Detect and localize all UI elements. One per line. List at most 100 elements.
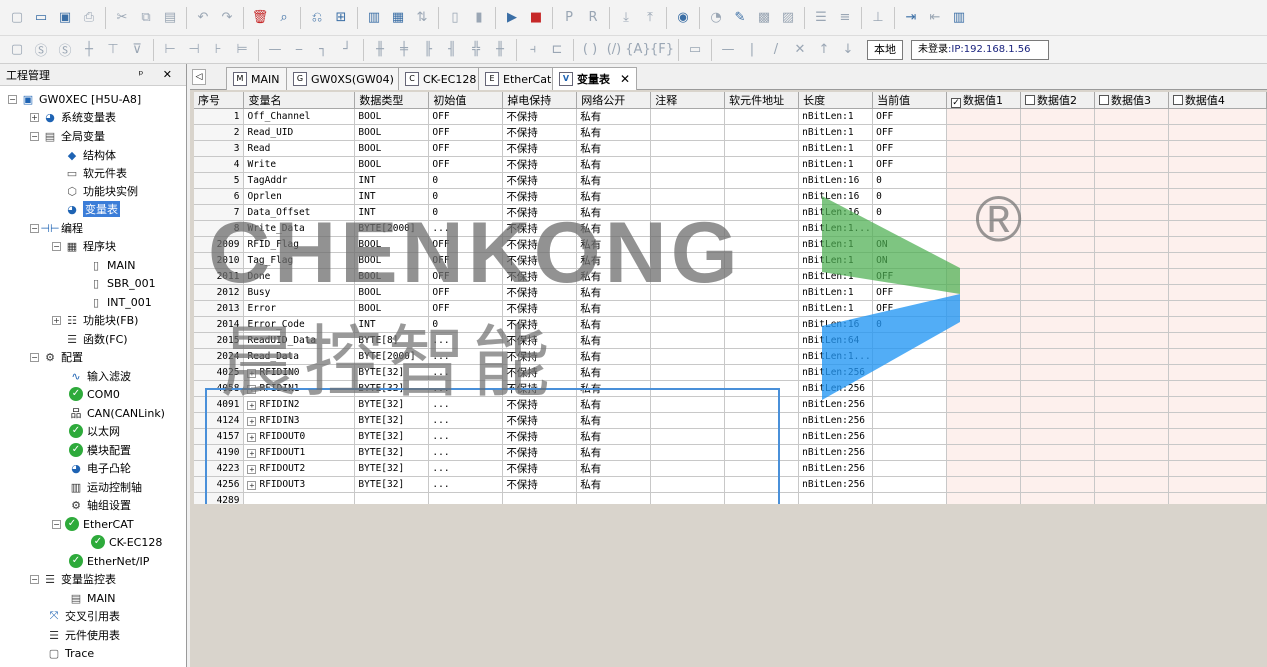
data-value-cell[interactable] bbox=[1168, 156, 1267, 173]
data-value-cell[interactable] bbox=[1168, 172, 1267, 189]
data-value-cell[interactable] bbox=[1094, 172, 1169, 189]
table-cell[interactable]: 私有 bbox=[576, 332, 652, 349]
table-row[interactable]: 4190 + RFIDOUT1 BYTE[32]... 不保持 私有 nBitLen:256 bbox=[194, 444, 1267, 461]
expand-array-icon[interactable]: + bbox=[247, 385, 257, 394]
data-value-cell[interactable] bbox=[946, 252, 1021, 269]
rtu-icon[interactable]: R bbox=[582, 7, 604, 29]
data-value-checkbox[interactable] bbox=[1025, 95, 1035, 105]
tree-item-trace[interactable]: ▢ Trace bbox=[46, 644, 94, 662]
table-cell[interactable] bbox=[872, 364, 948, 381]
data-value-cell[interactable] bbox=[946, 204, 1021, 221]
tree-item-ck-ec128[interactable]: ✓ CK-EC128 bbox=[90, 533, 162, 551]
expand-array-icon[interactable]: + bbox=[247, 417, 257, 426]
upload-icon[interactable]: ⤒ bbox=[639, 7, 661, 29]
table-cell[interactable]: nBitLen:256 bbox=[798, 476, 874, 493]
data-value-cell[interactable] bbox=[1094, 252, 1169, 269]
table-cell[interactable] bbox=[872, 492, 948, 504]
table-cell[interactable]: nBitLen:1 bbox=[798, 124, 874, 141]
table-cell[interactable]: + RFIDOUT1 bbox=[243, 444, 356, 461]
table-cell[interactable]: BOOL bbox=[354, 156, 430, 173]
data-value-cell[interactable] bbox=[946, 140, 1021, 157]
table-cell[interactable] bbox=[650, 252, 726, 269]
table-cell[interactable]: BOOL bbox=[354, 268, 430, 285]
data-value-cell[interactable] bbox=[1020, 380, 1095, 397]
tree-item-global-vars[interactable]: − ▤ 全局变量 bbox=[30, 127, 105, 145]
data-value-checkbox[interactable] bbox=[1098, 95, 1109, 105]
compare-icon[interactable]: ⇅ bbox=[411, 7, 433, 29]
table-cell[interactable] bbox=[650, 172, 726, 189]
data-value-cell[interactable] bbox=[1020, 236, 1095, 253]
column-header[interactable]: 数据类型 bbox=[354, 92, 430, 109]
nc-contact-icon[interactable]: ╪ bbox=[393, 39, 415, 61]
cross-icon[interactable]: ✕ bbox=[789, 39, 811, 61]
data-value-cell[interactable] bbox=[1168, 284, 1267, 301]
table-cell[interactable] bbox=[650, 428, 726, 445]
table-cell[interactable]: ... bbox=[428, 428, 504, 445]
table-cell[interactable]: 私有 bbox=[576, 204, 652, 221]
data-value-cell[interactable] bbox=[1020, 268, 1095, 285]
column-header[interactable]: 序号 bbox=[194, 92, 245, 109]
table-row[interactable]: 2010 Tag_Flag BOOL OFF 不保持 私有 nBitLen:1 ON bbox=[194, 252, 1267, 269]
data-value-cell[interactable] bbox=[1094, 188, 1169, 205]
table-cell[interactable] bbox=[724, 428, 800, 445]
download-icon[interactable]: ⤓ bbox=[615, 7, 637, 29]
tree-item-ethernet[interactable]: ✓ 以太网 bbox=[68, 422, 120, 440]
inv-contact-icon[interactable]: ╬ bbox=[465, 39, 487, 61]
data-value-cell[interactable] bbox=[946, 492, 1021, 504]
table-cell[interactable]: OFF bbox=[872, 284, 948, 301]
data-value-cell[interactable] bbox=[1094, 412, 1169, 429]
table-cell[interactable]: 0 bbox=[872, 172, 948, 189]
table-cell[interactable]: 不保持 bbox=[502, 428, 578, 445]
data-value-cell[interactable] bbox=[946, 300, 1021, 317]
delete-icon[interactable]: 🗑 bbox=[249, 7, 271, 29]
data-value-cell[interactable] bbox=[1020, 476, 1095, 493]
data-value-cell[interactable] bbox=[1168, 188, 1267, 205]
device-icon[interactable]: ⊞ bbox=[330, 7, 352, 29]
table-cell[interactable]: nBitLen:16 bbox=[798, 204, 874, 221]
table-cell[interactable] bbox=[428, 492, 504, 504]
panel-controls[interactable]: ᵖ ✕ bbox=[139, 68, 180, 81]
table-cell[interactable]: BYTE[32] bbox=[354, 476, 430, 493]
table-cell[interactable] bbox=[724, 444, 800, 461]
tree-item-can[interactable]: 品 CAN(CANLink) bbox=[68, 404, 165, 422]
table-row[interactable]: 5 TagAddr INT 0 不保持 私有 nBitLen:16 0 bbox=[194, 172, 1267, 189]
table-cell[interactable]: Error bbox=[243, 300, 356, 317]
coil-f-icon[interactable]: {F} bbox=[650, 39, 674, 61]
table-cell[interactable] bbox=[650, 140, 726, 157]
data-value-cell[interactable] bbox=[1094, 268, 1169, 285]
table-cell[interactable]: ... bbox=[428, 396, 504, 413]
search-icon[interactable]: ⌕ bbox=[273, 7, 295, 29]
table-cell[interactable]: BYTE[32] bbox=[354, 412, 430, 429]
pulse-contact-icon[interactable]: ╫ bbox=[489, 39, 511, 61]
data-value-cell[interactable] bbox=[1168, 316, 1267, 333]
tree-item-struct[interactable]: ◆ 结构体 bbox=[64, 146, 116, 164]
data-value-checkbox[interactable] bbox=[1172, 95, 1183, 105]
table-cell[interactable]: RFID_Flag bbox=[243, 236, 356, 253]
copy-icon[interactable]: ⧉ bbox=[135, 7, 157, 29]
table-cell[interactable]: + RFIDOUT0 bbox=[243, 428, 356, 445]
table-cell[interactable]: 不保持 bbox=[502, 140, 578, 157]
table-cell[interactable]: Read_Data bbox=[243, 348, 356, 365]
data-value-cell[interactable] bbox=[946, 348, 1021, 365]
table-cell[interactable]: OFF bbox=[428, 252, 504, 269]
table-cell[interactable] bbox=[650, 124, 726, 141]
table-cell[interactable]: INT bbox=[354, 204, 430, 221]
table-cell[interactable]: nBitLen:1 bbox=[798, 300, 874, 317]
table-cell[interactable]: 不保持 bbox=[502, 252, 578, 269]
table-cell[interactable]: Error_Code bbox=[243, 316, 356, 333]
data-value-cell[interactable] bbox=[1168, 204, 1267, 221]
table-cell[interactable]: 不保持 bbox=[502, 268, 578, 285]
table-cell[interactable] bbox=[650, 220, 726, 237]
contact-down2-icon[interactable]: ⊽ bbox=[126, 39, 148, 61]
data-value-cell[interactable] bbox=[1094, 300, 1169, 317]
table-cell[interactable] bbox=[650, 476, 726, 493]
table-cell[interactable] bbox=[724, 236, 800, 253]
data-value-cell[interactable] bbox=[1168, 236, 1267, 253]
tree-item-int[interactable]: ▯ INT_001 bbox=[88, 293, 152, 311]
table-cell[interactable]: Done bbox=[243, 268, 356, 285]
column-header[interactable]: 注释 bbox=[650, 92, 726, 109]
data-value-cell[interactable] bbox=[1020, 412, 1095, 429]
data-value-cell[interactable] bbox=[1020, 332, 1095, 349]
n-contact-icon[interactable]: ╢ bbox=[441, 39, 463, 61]
table-cell[interactable] bbox=[872, 380, 948, 397]
